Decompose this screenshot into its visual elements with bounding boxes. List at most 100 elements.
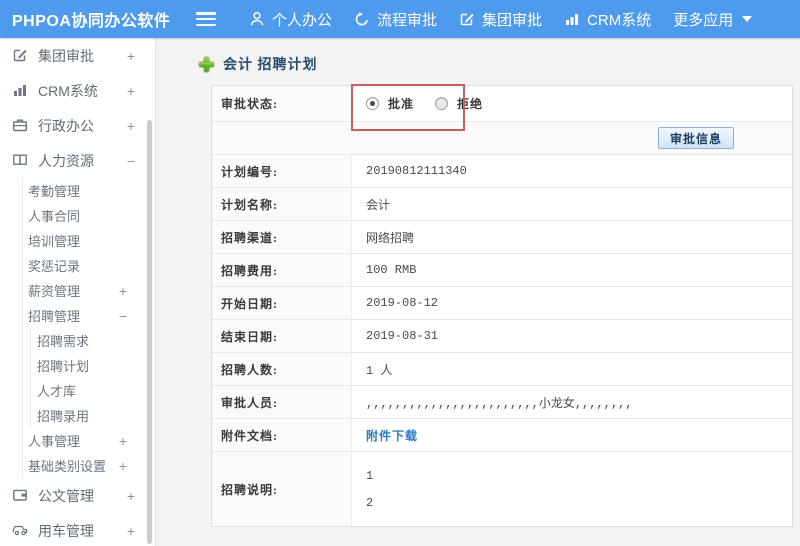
sidebar: 集团审批 + CRM系统 + 行政办公 + 人力资源 − 考勤管理 人事合同 培…: [0, 38, 156, 546]
nav-crm-system[interactable]: CRM系统: [553, 0, 662, 38]
field-label: 附件文档:: [212, 419, 352, 451]
recruit-submenu: 招聘需求 招聘计划 人才库 招聘录用: [30, 328, 155, 428]
sidebar-item-crm[interactable]: CRM系统 +: [0, 73, 155, 108]
sidebar-item-label: 基础类别设置: [28, 459, 107, 474]
nav-label: 个人办公: [272, 11, 333, 29]
sidebar-item-salary[interactable]: 薪资管理 +: [23, 278, 155, 303]
plan-name-row: 计划名称: 会计: [212, 188, 792, 221]
sidebar-item-admin-office[interactable]: 行政办公 +: [0, 108, 155, 143]
plan-number-row: 计划编号: 20190812111340: [212, 155, 792, 188]
nav-label: CRM系统: [587, 11, 652, 29]
field-label: 开始日期:: [212, 287, 352, 319]
field-label: 结束日期:: [212, 320, 352, 352]
hr-submenu: 考勤管理 人事合同 培训管理 奖惩记录 薪资管理 + 招聘管理 − 招聘需求 招…: [22, 178, 155, 478]
expand-toggle[interactable]: +: [127, 523, 135, 539]
sidebar-item-label: 培训管理: [28, 234, 81, 249]
start-date-row: 开始日期: 2019-08-12: [212, 287, 792, 320]
expand-toggle[interactable]: +: [119, 283, 127, 299]
field-label: 审批人员:: [212, 386, 352, 418]
approval-status-options: 批准 拒绝: [352, 86, 792, 121]
expand-toggle[interactable]: +: [127, 118, 135, 134]
sidebar-item-label: 人事合同: [28, 209, 81, 224]
sidebar-item-label: 人才库: [37, 384, 77, 399]
sidebar-item-rewards[interactable]: 奖惩记录: [23, 253, 155, 278]
description-line: 2: [366, 495, 374, 510]
sidebar-item-base-category[interactable]: 基础类别设置 +: [23, 453, 155, 478]
sidebar-item-attendance[interactable]: 考勤管理: [23, 178, 155, 203]
field-value: 会计: [366, 198, 391, 213]
sidebar-item-hr-contract[interactable]: 人事合同: [23, 203, 155, 228]
sidebar-item-label: 人事管理: [28, 434, 81, 449]
sidebar-item-label: 招聘计划: [37, 359, 90, 374]
sidebar-item-hr[interactable]: 人力资源 −: [0, 143, 155, 178]
sidebar-item-document-mgmt[interactable]: 公文管理 +: [0, 478, 155, 513]
field-label: 计划名称:: [212, 188, 352, 220]
app-logo: PHPOA协同办公软件: [12, 13, 171, 30]
field-label: 审批状态:: [212, 86, 352, 121]
chart-icon: [12, 82, 29, 99]
approval-info-row: 审批信息: [212, 122, 792, 155]
sidebar-item-talent-pool[interactable]: 人才库: [31, 378, 155, 403]
approval-status-row: 审批状态: 批准 拒绝: [212, 84, 792, 131]
main-content: 会计 招聘计划 审批状态: 批准 拒绝 审批信息 计划编号: 201908121…: [156, 38, 800, 546]
field-value: 100 RMB: [366, 263, 417, 277]
sidebar-item-label: 招聘管理: [28, 309, 81, 324]
description-line: 1: [366, 468, 374, 483]
field-label: 招聘渠道:: [212, 221, 352, 253]
expand-toggle[interactable]: +: [119, 433, 127, 449]
end-date-row: 结束日期: 2019-08-31: [212, 320, 792, 353]
reject-radio[interactable]: [435, 97, 449, 110]
approval-info-button[interactable]: 审批信息: [657, 127, 734, 149]
nav-personal-office[interactable]: 个人办公: [238, 0, 343, 38]
nav-more-apps[interactable]: 更多应用: [662, 0, 763, 38]
recruit-channel-row: 招聘渠道: 网络招聘: [212, 221, 792, 254]
field-label: 计划编号:: [212, 155, 352, 187]
edit-icon: [459, 11, 475, 27]
sidebar-item-personnel-mgmt[interactable]: 人事管理 +: [23, 428, 155, 453]
edit-icon: [12, 47, 29, 64]
nav-label: 集团审批: [482, 11, 543, 29]
page-title: 会计 招聘计划: [199, 54, 318, 74]
approve-radio-label: 批准: [388, 97, 415, 111]
sidebar-item-group-approval[interactable]: 集团审批 +: [0, 38, 155, 73]
attachment-download-link[interactable]: 附件下载: [366, 427, 418, 444]
field-value: 20190812111340: [366, 164, 467, 178]
sidebar-item-label: 薪资管理: [28, 284, 81, 299]
user-icon: [249, 11, 265, 27]
radio-group: 批准 拒绝: [366, 95, 495, 112]
briefcase-icon: [12, 117, 29, 134]
expand-toggle[interactable]: +: [127, 83, 135, 99]
menu-toggle-icon[interactable]: [196, 12, 216, 26]
add-icon: [199, 56, 214, 72]
nav-group-approval[interactable]: 集团审批: [448, 0, 553, 38]
expand-toggle[interactable]: −: [119, 308, 127, 324]
field-value: 2019-08-31: [366, 329, 439, 343]
reject-radio-label: 拒绝: [457, 97, 484, 111]
sidebar-item-recruit-demand[interactable]: 招聘需求: [31, 328, 155, 353]
sidebar-item-label: 集团审批: [38, 47, 94, 64]
sidebar-item-training[interactable]: 培训管理: [23, 228, 155, 253]
expand-toggle[interactable]: −: [127, 153, 135, 169]
expand-toggle[interactable]: +: [127, 488, 135, 504]
attachment-row: 附件文档: 附件下载: [212, 419, 792, 452]
sidebar-item-label: 行政办公: [38, 117, 94, 134]
sidebar-item-recruit-mgmt[interactable]: 招聘管理 −: [23, 303, 155, 328]
description-value: 1 2: [352, 452, 792, 526]
top-navigation-bar: PHPOA协同办公软件 个人办公 流程审批 集团审批 CRM系统 更多应用: [0, 0, 800, 38]
history-icon: [354, 11, 370, 27]
sidebar-item-recruit-plan[interactable]: 招聘计划: [31, 353, 155, 378]
sidebar-item-label: 用车管理: [38, 522, 94, 539]
sidebar-item-label: 招聘需求: [37, 334, 90, 349]
book-icon: [12, 152, 29, 169]
sidebar-item-recruit-hire[interactable]: 招聘录用: [31, 403, 155, 428]
nav-process-approval[interactable]: 流程审批: [343, 0, 448, 38]
document-icon: [12, 487, 29, 504]
expand-toggle[interactable]: +: [127, 48, 135, 64]
field-value: 2019-08-12: [366, 296, 439, 310]
chart-icon: [564, 11, 580, 27]
sidebar-item-label: 考勤管理: [28, 184, 81, 199]
approve-radio[interactable]: [366, 97, 379, 110]
sidebar-item-vehicle-mgmt[interactable]: 用车管理 +: [0, 513, 155, 546]
expand-toggle[interactable]: +: [119, 458, 127, 474]
sidebar-scrollbar[interactable]: [147, 120, 152, 544]
